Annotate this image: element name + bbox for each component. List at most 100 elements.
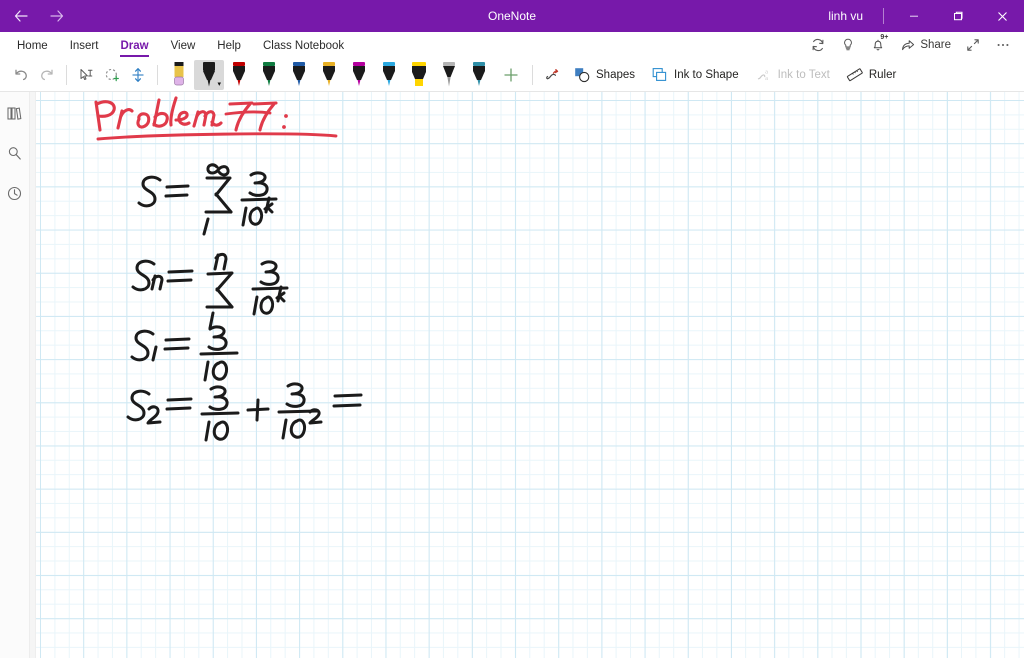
ink-to-shape-label: Ink to Shape bbox=[674, 68, 739, 81]
share-button[interactable]: Share bbox=[894, 34, 957, 56]
redo-button[interactable] bbox=[34, 61, 60, 89]
ink-equation-s2 bbox=[126, 382, 363, 442]
pen-teal-pen[interactable] bbox=[464, 60, 494, 90]
highlighter-icon bbox=[412, 61, 426, 86]
draw-toolbar: ▾ Shapes Ink to Shape a a Ink to Text Ru… bbox=[0, 58, 1024, 92]
share-icon bbox=[902, 40, 915, 51]
ink-to-shape-button[interactable]: Ink to Shape bbox=[643, 62, 747, 88]
svg-text:a: a bbox=[765, 76, 768, 82]
lasso-select-button[interactable] bbox=[99, 61, 125, 89]
ink-to-text-icon: a a bbox=[757, 69, 768, 82]
sync-icon bbox=[812, 38, 824, 52]
minimize-button[interactable] bbox=[892, 0, 936, 32]
shapes-button[interactable]: Shapes bbox=[565, 62, 643, 88]
select-text-icon bbox=[80, 68, 93, 80]
shapes-label: Shapes bbox=[596, 68, 636, 81]
rail-item-notebooks[interactable] bbox=[2, 100, 28, 126]
tab-view[interactable]: View bbox=[160, 36, 207, 55]
titlebar-right-group: linh vu bbox=[816, 0, 1024, 32]
pen-green-pen[interactable] bbox=[254, 60, 284, 90]
share-label: Share bbox=[920, 39, 951, 51]
pen-icon bbox=[293, 61, 305, 86]
title-bar: OneNote linh vu bbox=[0, 0, 1024, 32]
add-pen-button[interactable] bbox=[498, 61, 524, 89]
forward-arrow-icon bbox=[50, 10, 64, 22]
back-arrow-icon bbox=[14, 10, 28, 22]
minimize-icon bbox=[910, 15, 918, 17]
close-button[interactable] bbox=[980, 0, 1024, 32]
svg-text:a: a bbox=[765, 69, 768, 75]
search-icon bbox=[8, 146, 21, 160]
pen-red-pen[interactable] bbox=[224, 60, 254, 90]
toolbar-divider-2 bbox=[157, 64, 158, 85]
select-text-button[interactable] bbox=[73, 61, 99, 89]
navigation-buttons bbox=[0, 2, 72, 30]
pen-magenta-pen[interactable] bbox=[344, 60, 374, 90]
tab-draw[interactable]: Draw bbox=[109, 36, 159, 57]
pen-silver-pencil[interactable] bbox=[434, 60, 464, 90]
pen-cyan-pen[interactable] bbox=[374, 60, 404, 90]
sync-button[interactable] bbox=[804, 34, 832, 56]
pen-blue-pen[interactable] bbox=[284, 60, 314, 90]
more-options-button[interactable] bbox=[989, 34, 1017, 56]
insert-space-button[interactable] bbox=[125, 61, 151, 89]
ruler-icon bbox=[846, 67, 863, 81]
plus-icon bbox=[504, 67, 518, 82]
pen-black-pen[interactable]: ▾ bbox=[194, 59, 224, 90]
ink-equation-s1 bbox=[130, 325, 239, 382]
tab-help[interactable]: Help bbox=[206, 36, 252, 55]
note-canvas[interactable] bbox=[36, 92, 1024, 658]
notifications-button[interactable]: 9+ bbox=[864, 34, 892, 56]
pen-yellow-highlighter[interactable] bbox=[404, 60, 434, 90]
ink-equation-series-infinite bbox=[137, 163, 278, 236]
close-icon bbox=[997, 11, 1007, 21]
insert-space-icon bbox=[132, 67, 144, 82]
ink-to-text-button: a a Ink to Text bbox=[747, 62, 838, 88]
restore-button[interactable] bbox=[936, 0, 980, 32]
eraser-icon bbox=[174, 61, 184, 85]
eraser-button[interactable] bbox=[164, 60, 194, 90]
back-button[interactable] bbox=[6, 2, 36, 30]
expand-icon bbox=[967, 39, 979, 51]
forward-button[interactable] bbox=[42, 2, 72, 30]
ribbon-tab-bar: Home Insert Draw View Help Class Noteboo… bbox=[0, 32, 1024, 58]
redo-icon bbox=[41, 69, 53, 80]
tell-me-button[interactable] bbox=[834, 34, 862, 56]
pen-icon bbox=[383, 61, 395, 86]
tab-insert[interactable]: Insert bbox=[59, 36, 110, 55]
lasso-select-icon bbox=[105, 68, 119, 81]
pen-icon bbox=[263, 61, 275, 86]
lightbulb-icon bbox=[844, 38, 853, 51]
ink-to-shape-icon bbox=[652, 67, 667, 81]
toolbar-divider-3 bbox=[532, 64, 533, 85]
undo-icon bbox=[15, 69, 27, 80]
ink-replay-icon bbox=[546, 68, 559, 79]
pen-options-chevron-icon[interactable]: ▾ bbox=[217, 81, 221, 88]
ruler-button[interactable]: Ruler bbox=[838, 62, 904, 88]
ribbon-right-actions: 9+ Share bbox=[804, 34, 1024, 56]
clock-icon bbox=[7, 186, 22, 200]
account-name[interactable]: linh vu bbox=[816, 9, 875, 23]
undo-button[interactable] bbox=[8, 61, 34, 89]
pen-icon bbox=[353, 61, 365, 86]
ink-replay-button[interactable] bbox=[539, 61, 565, 89]
ellipsis-icon bbox=[997, 43, 1009, 47]
ink-to-text-label: Ink to Text bbox=[777, 68, 830, 81]
pen-gold-pen[interactable] bbox=[314, 60, 344, 90]
fullscreen-button[interactable] bbox=[959, 34, 987, 56]
notebooks-icon bbox=[7, 106, 22, 120]
pen-icon bbox=[233, 61, 245, 86]
rail-item-search[interactable] bbox=[2, 140, 28, 166]
left-navigation-rail bbox=[0, 92, 30, 658]
tab-home[interactable]: Home bbox=[6, 36, 59, 55]
titlebar-separator bbox=[883, 8, 884, 24]
pencil-icon bbox=[443, 61, 455, 86]
restore-icon bbox=[954, 11, 963, 21]
ink-problem-heading bbox=[94, 96, 338, 141]
tab-class-notebook[interactable]: Class Notebook bbox=[252, 36, 355, 55]
notification-badge: 9+ bbox=[880, 34, 889, 41]
pen-icon bbox=[323, 61, 335, 86]
ink-equation-partial-sum-n bbox=[131, 252, 289, 330]
rail-item-recent[interactable] bbox=[2, 180, 28, 206]
ruler-label: Ruler bbox=[868, 68, 897, 81]
